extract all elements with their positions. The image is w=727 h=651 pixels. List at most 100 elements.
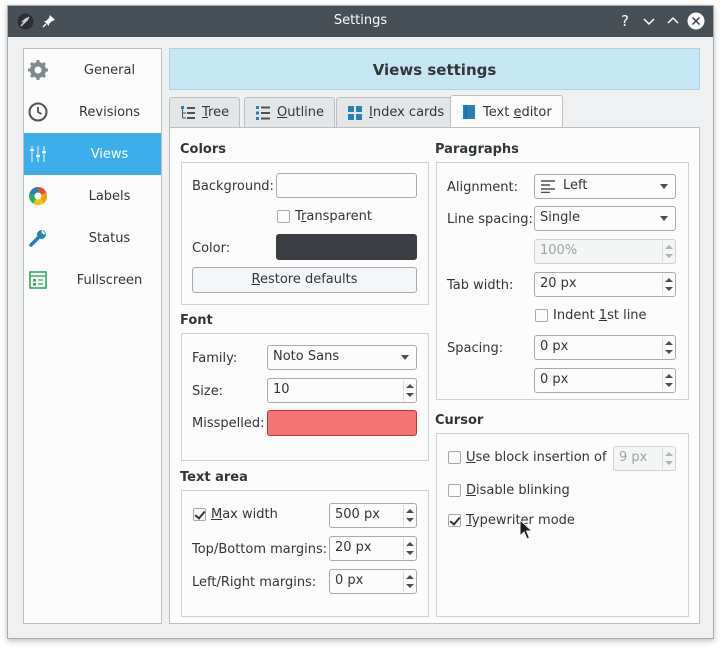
sidebar-item-general[interactable]: General: [24, 49, 161, 91]
minimize-icon[interactable]: [640, 12, 658, 30]
sidebar-item-views[interactable]: Views: [24, 133, 161, 175]
tab-label: Index cards: [369, 105, 445, 120]
indent-first-line-label[interactable]: Indent 1st line: [553, 308, 647, 323]
spin-arrows[interactable]: [662, 337, 674, 358]
spacing-label: Spacing:: [447, 341, 504, 356]
window-title: Settings: [333, 13, 388, 28]
line-spacing-label: Line spacing:: [447, 212, 533, 227]
family-label: Family:: [192, 351, 238, 366]
sidebar-item-label: Views: [90, 146, 129, 162]
font-family-select[interactable]: Noto Sans: [267, 345, 417, 370]
background-color-button[interactable]: [276, 173, 417, 198]
cursor-section-title: Cursor: [435, 413, 484, 428]
background-label: Background:: [192, 179, 274, 194]
text-editor-panel: Colors Background: Transparent Color: Re…: [169, 127, 700, 624]
page-header: Views settings: [169, 48, 700, 90]
close-icon[interactable]: [687, 12, 705, 30]
align-left-icon: [541, 180, 555, 193]
paragraphs-group: Alignment: Left Line spacing: Single 100…: [436, 162, 689, 400]
max-width-spinbox[interactable]: 500 px: [329, 503, 417, 528]
transparent-label[interactable]: Transparent: [295, 209, 372, 224]
sidebar: General Revisions Views Labels Status Fu…: [23, 48, 162, 624]
tab-outline[interactable]: Outline: [244, 97, 336, 127]
spin-arrows[interactable]: [662, 370, 674, 391]
tab-width-value: 20 px: [540, 276, 577, 291]
misspelled-color-button[interactable]: [267, 410, 417, 436]
spin-arrows[interactable]: [403, 505, 415, 526]
disable-blinking-checkbox[interactable]: [448, 484, 461, 497]
topbottom-margins-label: Top/Bottom margins:: [192, 542, 328, 557]
max-width-checkbox[interactable]: [193, 508, 206, 521]
disable-blinking-label[interactable]: Disable blinking: [466, 483, 570, 498]
tab-index-cards[interactable]: Index cards: [336, 97, 456, 127]
tab-tree[interactable]: Tree: [169, 97, 241, 127]
color-wheel-icon: [29, 186, 48, 206]
font-family-value: Noto Sans: [273, 349, 340, 364]
spin-arrows[interactable]: [403, 538, 415, 559]
spacing-above-spinbox[interactable]: 0 px: [534, 335, 676, 360]
indent-first-line-checkbox[interactable]: [535, 309, 548, 322]
svg-text:?: ?: [621, 12, 629, 30]
clock-icon: [28, 102, 48, 122]
block-insertion-label[interactable]: Use block insertion of: [466, 450, 607, 465]
chevron-down-icon: [660, 216, 668, 221]
sidebar-item-fullscreen[interactable]: Fullscreen: [24, 259, 161, 301]
block-insertion-value: 9 px: [619, 450, 648, 465]
index-cards-icon: [348, 105, 362, 120]
sidebar-item-labels[interactable]: Labels: [24, 175, 161, 217]
colors-section-title: Colors: [180, 142, 227, 157]
tab-label: Outline: [277, 105, 325, 120]
mouse-pointer-icon: [519, 519, 533, 540]
alignment-select[interactable]: Left: [534, 174, 676, 199]
text-area-section-title: Text area: [180, 470, 248, 485]
line-spacing-percent-value: 100%: [540, 243, 578, 258]
spin-arrows: [662, 241, 674, 262]
spin-arrows[interactable]: [403, 571, 415, 592]
max-width-label[interactable]: Max width: [211, 507, 278, 522]
fullscreen-icon: [29, 271, 47, 289]
chevron-down-icon: [401, 355, 409, 360]
leftright-margins-spinbox[interactable]: 0 px: [329, 569, 417, 594]
color-label: Color:: [192, 241, 231, 256]
spin-arrows[interactable]: [403, 380, 415, 401]
help-icon[interactable]: ?: [616, 12, 634, 30]
line-spacing-select[interactable]: Single: [534, 206, 676, 231]
paragraphs-section-title: Paragraphs: [435, 142, 519, 157]
outline-icon: [256, 105, 270, 120]
sidebar-item-label: Labels: [88, 188, 131, 204]
maximize-icon[interactable]: [664, 12, 682, 30]
alignment-label: Alignment:: [447, 180, 518, 195]
sidebar-item-status[interactable]: Status: [24, 217, 161, 259]
spacing-below-spinbox[interactable]: 0 px: [534, 368, 676, 393]
spin-arrows[interactable]: [662, 274, 674, 295]
font-section-title: Font: [180, 313, 213, 328]
sidebar-item-label: Status: [88, 230, 131, 246]
cursor-group: Use block insertion of 9 px Disable blin…: [436, 433, 689, 617]
tab-text-editor[interactable]: Text editor: [450, 95, 563, 128]
sidebar-item-label: General: [83, 62, 136, 78]
block-insertion-checkbox[interactable]: [448, 451, 461, 464]
topbottom-margins-spinbox[interactable]: 20 px: [329, 536, 417, 561]
tree-icon: [181, 105, 195, 119]
spacing-above-value: 0 px: [540, 339, 569, 354]
text-area-group: Max width 500 px Top/Bottom margins: 20 …: [181, 490, 429, 617]
alignment-value: Left: [563, 178, 588, 193]
sidebar-item-revisions[interactable]: Revisions: [24, 91, 161, 133]
topbottom-margins-value: 20 px: [335, 540, 372, 555]
restore-defaults-button[interactable]: Restore defaults: [192, 267, 417, 293]
font-size-spinbox[interactable]: 10: [267, 378, 417, 403]
tab-label: Text editor: [483, 104, 552, 120]
colors-group: Background: Transparent Color: Restore d…: [181, 162, 429, 305]
line-spacing-value: Single: [540, 210, 580, 225]
tab-width-spinbox[interactable]: 20 px: [534, 272, 676, 297]
block-insertion-spinbox: 9 px: [613, 446, 676, 471]
leftright-margins-value: 0 px: [335, 573, 364, 588]
text-color-button[interactable]: [276, 234, 417, 260]
tab-label: Tree: [202, 105, 230, 120]
transparent-checkbox[interactable]: [277, 210, 290, 223]
chevron-down-icon: [660, 184, 668, 189]
sidebar-item-label: Fullscreen: [76, 272, 143, 288]
typewriter-mode-checkbox[interactable]: [448, 514, 461, 527]
title-bar[interactable]: Settings ?: [8, 6, 713, 37]
font-group: Family: Noto Sans Size: 10 Misspelled:: [181, 333, 429, 461]
